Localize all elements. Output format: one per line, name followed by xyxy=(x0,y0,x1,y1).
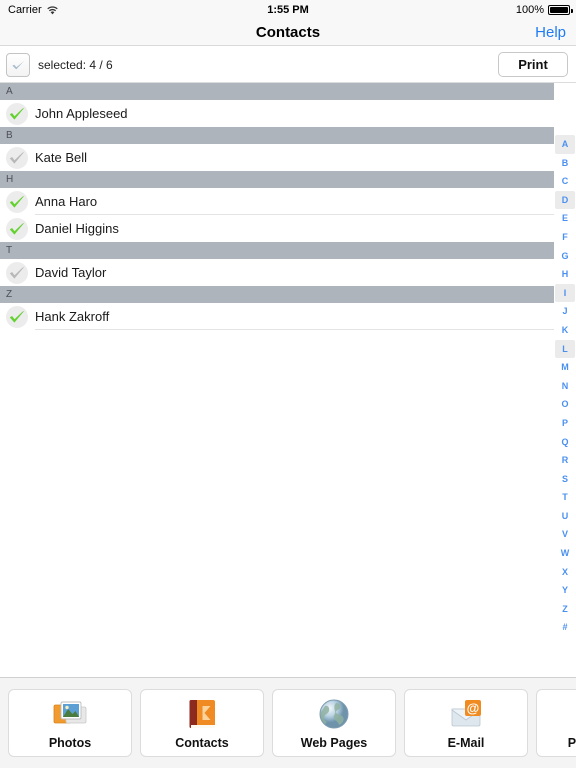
page-title: Contacts xyxy=(255,24,321,41)
index-letter-n[interactable]: N xyxy=(555,377,575,396)
section-header: B xyxy=(0,127,554,144)
index-letter-f[interactable]: F xyxy=(555,228,575,247)
tab-label: Contacts xyxy=(175,736,229,750)
check-gray-icon[interactable] xyxy=(6,146,28,169)
status-bar-right: 100% xyxy=(515,4,573,16)
check-green-icon[interactable] xyxy=(6,305,28,328)
contact-row[interactable]: John Appleseed xyxy=(0,100,576,127)
index-letter-t[interactable]: T xyxy=(555,488,575,507)
contact-name: David Taylor xyxy=(35,265,107,280)
checkbox-mixed-icon xyxy=(11,60,24,69)
section-header: H xyxy=(0,171,554,188)
contact-name: Hank Zakroff xyxy=(35,309,110,324)
alphabet-index-bar[interactable]: A B C D E F G H I J K L M N O P Q R S T U V W X Y Z # xyxy=(554,135,576,637)
section-header: T xyxy=(0,242,554,259)
check-green-icon[interactable] xyxy=(6,102,28,125)
index-letter-d[interactable]: D xyxy=(555,190,575,210)
index-letter-a[interactable]: A xyxy=(555,135,575,154)
tab-contacts[interactable]: Contacts xyxy=(140,689,264,757)
battery-full-icon xyxy=(548,5,573,15)
index-letter-y[interactable]: Y xyxy=(555,581,575,600)
tab-photos[interactable]: Photos xyxy=(8,689,132,757)
navigation-bar: Contacts Help xyxy=(0,20,576,46)
index-letter-m[interactable]: M xyxy=(555,358,575,377)
index-letter-l[interactable]: L xyxy=(555,339,575,359)
selection-toolbar: selected: 4 / 6 Print xyxy=(0,47,576,83)
index-letter-p[interactable]: P xyxy=(555,414,575,433)
index-letter-z[interactable]: Z xyxy=(555,600,575,619)
contact-row[interactable]: Hank Zakroff xyxy=(0,303,576,330)
index-letter-g[interactable]: G xyxy=(555,247,575,266)
tab-label: Photos xyxy=(48,736,92,750)
index-letter-q[interactable]: Q xyxy=(555,433,575,452)
index-letter-s[interactable]: S xyxy=(555,470,575,489)
status-bar: Carrier 1:55 PM 100% xyxy=(0,0,576,20)
section-header: Z xyxy=(0,286,554,303)
status-bar-time: 1:55 PM xyxy=(267,4,309,16)
contact-name: Kate Bell xyxy=(35,150,88,165)
index-letter-v[interactable]: V xyxy=(555,525,575,544)
contact-name: Anna Haro xyxy=(35,194,98,209)
tab-label: Web Pages xyxy=(300,736,368,750)
index-letter-o[interactable]: O xyxy=(555,395,575,414)
index-letter-c[interactable]: C xyxy=(555,172,575,191)
index-letter-h[interactable]: H xyxy=(555,265,575,284)
contact-row[interactable]: Daniel Higgins xyxy=(0,215,576,242)
check-green-icon[interactable] xyxy=(6,190,28,213)
select-all-checkbox[interactable] xyxy=(6,53,30,77)
index-letter-w[interactable]: W xyxy=(555,544,575,563)
tab-label: Paste to P xyxy=(567,736,576,750)
envelope-at-icon: @ xyxy=(446,696,486,732)
help-button[interactable]: Help xyxy=(535,20,566,46)
globe-icon xyxy=(314,696,354,732)
print-button[interactable]: Print xyxy=(498,52,568,77)
index-letter-hash[interactable]: # xyxy=(555,618,575,637)
svg-text:@: @ xyxy=(467,701,480,716)
tab-label: E-Mail xyxy=(447,736,485,750)
tab-paste-to-p[interactable]: Paste to P xyxy=(536,689,576,757)
tab-e-mail[interactable]: @ E-Mail xyxy=(404,689,528,757)
contact-row[interactable]: Anna Haro xyxy=(0,188,576,215)
contact-name: Daniel Higgins xyxy=(35,221,119,236)
index-letter-b[interactable]: B xyxy=(555,154,575,173)
section-header: A xyxy=(0,83,554,100)
contact-row[interactable]: Kate Bell xyxy=(0,144,576,171)
app-screen: Carrier 1:55 PM 100% Contacts Help selec… xyxy=(0,0,576,768)
battery-percent-label: 100% xyxy=(515,4,544,16)
tab-bar: Photos Contacts Web Pages @ E-Mail Paste to P xyxy=(0,677,576,768)
tab-web-pages[interactable]: Web Pages xyxy=(272,689,396,757)
check-green-icon[interactable] xyxy=(6,217,28,240)
index-letter-r[interactable]: R xyxy=(555,451,575,470)
index-letter-j[interactable]: J xyxy=(555,302,575,321)
photos-icon xyxy=(50,696,90,732)
contact-name: John Appleseed xyxy=(35,106,128,121)
contact-row[interactable]: David Taylor xyxy=(0,259,576,286)
index-letter-i[interactable]: I xyxy=(555,283,575,303)
check-gray-icon[interactable] xyxy=(6,261,28,284)
index-letter-u[interactable]: U xyxy=(555,507,575,526)
index-letter-x[interactable]: X xyxy=(555,563,575,582)
row-separator xyxy=(35,329,554,330)
selection-count-label: selected: 4 / 6 xyxy=(38,58,113,72)
index-letter-e[interactable]: E xyxy=(555,209,575,228)
address-book-icon xyxy=(182,696,222,732)
index-letter-k[interactable]: K xyxy=(555,321,575,340)
contacts-list[interactable]: A John Appleseed B Kate Bell H Anna Haro Danie… xyxy=(0,83,576,677)
